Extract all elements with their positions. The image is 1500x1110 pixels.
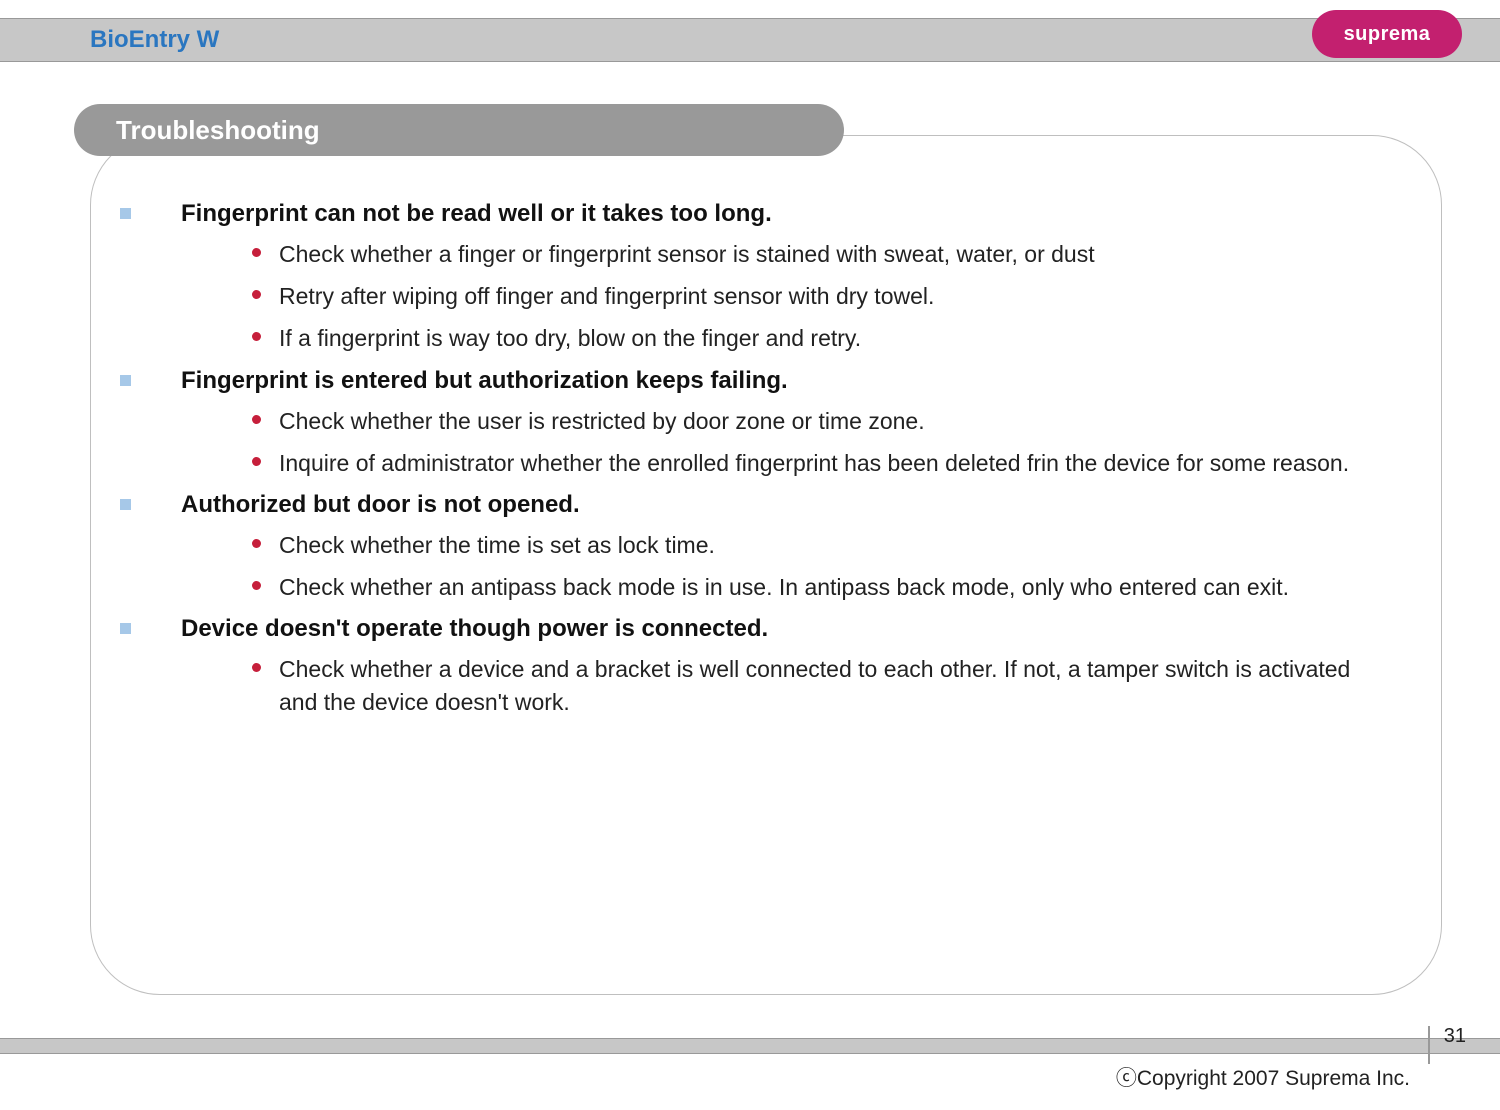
topic: Fingerprint can not be read well or it t… [100,200,1410,355]
list-item: Inquire of administrator whether the enr… [252,447,1380,479]
dot-bullet-icon [252,663,261,672]
topic-title: Fingerprint is entered but authorization… [181,367,788,395]
list-item: Check whether a device and a bracket is … [252,653,1380,717]
item-text: Retry after wiping off finger and finger… [279,280,934,312]
topic-row: Fingerprint is entered but authorization… [100,367,1410,395]
dot-bullet-icon [252,539,261,548]
item-list: Check whether a finger or fingerprint se… [252,238,1380,355]
dot-bullet-icon [252,290,261,299]
dot-bullet-icon [252,457,261,466]
item-text: Check whether a finger or fingerprint se… [279,238,1095,270]
square-bullet-icon [120,208,131,219]
page-number: 31 [1444,1025,1466,1048]
topic-row: Authorized but door is not opened. [100,491,1410,519]
item-list: Check whether the user is restricted by … [252,405,1380,479]
square-bullet-icon [120,623,131,634]
section-title: Troubleshooting [116,115,320,146]
dot-bullet-icon [252,332,261,341]
header-title: BioEntry W [90,26,219,54]
topic: Device doesn't operate though power is c… [100,615,1410,717]
list-item: Check whether an antipass back mode is i… [252,571,1380,603]
item-text: Check whether an antipass back mode is i… [279,571,1289,603]
square-bullet-icon [120,499,131,510]
topic-title: Device doesn't operate though power is c… [181,615,768,643]
item-text: Check whether the user is restricted by … [279,405,925,437]
brand-logo-text: suprema [1344,23,1431,46]
list-item: Check whether a finger or fingerprint se… [252,238,1380,270]
item-text: If a fingerprint is way too dry, blow on… [279,322,861,354]
topic-title: Fingerprint can not be read well or it t… [181,200,772,228]
topic-row: Fingerprint can not be read well or it t… [100,200,1410,228]
dot-bullet-icon [252,248,261,257]
dot-bullet-icon [252,415,261,424]
item-list: Check whether the time is set as lock ti… [252,529,1380,603]
content-area: Fingerprint can not be read well or it t… [100,200,1410,730]
copyright-text: ⓒCopyright 2007 Suprema Inc. [1116,1062,1410,1092]
item-list: Check whether a device and a bracket is … [252,653,1380,717]
list-item: Retry after wiping off finger and finger… [252,280,1380,312]
topic: Fingerprint is entered but authorization… [100,367,1410,479]
square-bullet-icon [120,375,131,386]
brand-logo: suprema [1312,10,1462,58]
item-text: Inquire of administrator whether the enr… [279,447,1349,479]
dot-bullet-icon [252,581,261,590]
topic-row: Device doesn't operate though power is c… [100,615,1410,643]
item-text: Check whether the time is set as lock ti… [279,529,715,561]
footer-bar [0,1038,1500,1054]
section-pill: Troubleshooting [74,104,844,156]
list-item: If a fingerprint is way too dry, blow on… [252,322,1380,354]
footer-divider [1428,1026,1430,1064]
list-item: Check whether the time is set as lock ti… [252,529,1380,561]
topic: Authorized but door is not opened. Check… [100,491,1410,603]
topic-title: Authorized but door is not opened. [181,491,580,519]
header-bar: BioEntry W [0,18,1500,62]
item-text: Check whether a device and a bracket is … [279,653,1380,717]
list-item: Check whether the user is restricted by … [252,405,1380,437]
